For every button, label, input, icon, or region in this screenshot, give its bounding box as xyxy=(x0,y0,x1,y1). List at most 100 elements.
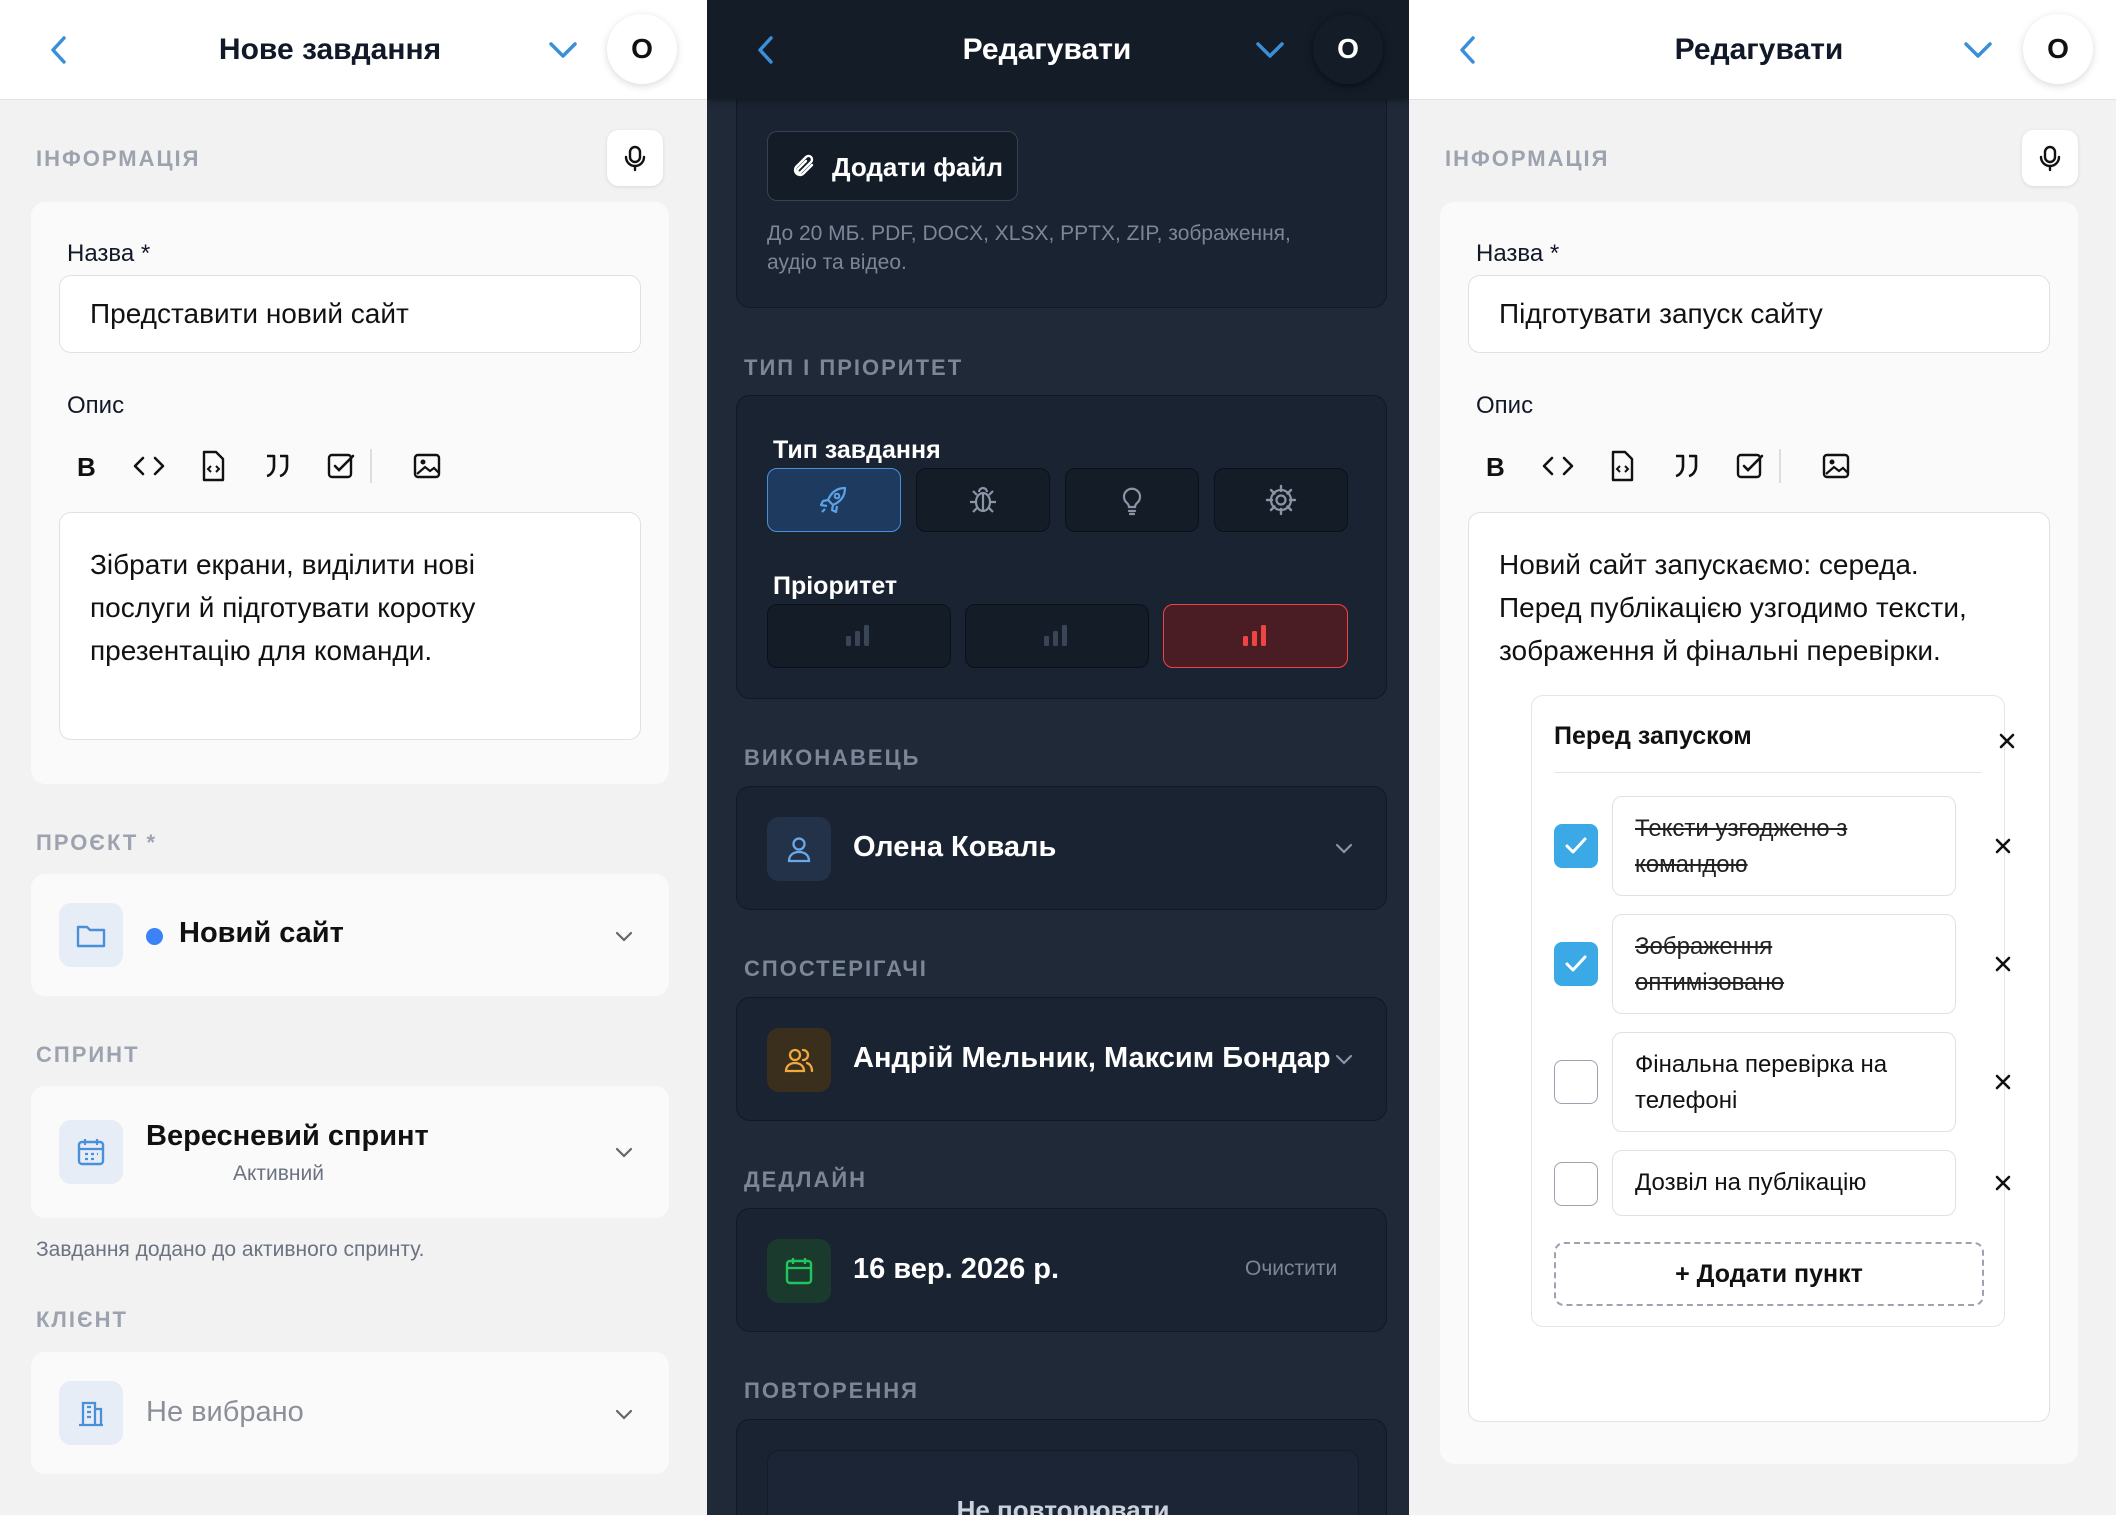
type-option-idea[interactable] xyxy=(1065,468,1199,532)
chevron-down-icon xyxy=(615,931,633,942)
priority-low[interactable] xyxy=(767,604,951,668)
description-label: Опис xyxy=(1476,392,1534,419)
back-arrow-icon[interactable] xyxy=(1453,30,1483,70)
quote-icon[interactable] xyxy=(259,446,295,486)
checklist-checkbox[interactable] xyxy=(1554,942,1598,986)
avatar[interactable]: O xyxy=(1313,14,1383,84)
microphone-icon xyxy=(2039,145,2061,172)
deadline-value: 16 вер. 2026 р. xyxy=(853,1253,1060,1285)
checkbox-icon[interactable] xyxy=(323,446,359,486)
chevron-down-icon[interactable] xyxy=(545,34,581,66)
back-arrow-icon[interactable] xyxy=(44,30,74,70)
section-assignee-label: ВИКОНАВЕЦЬ xyxy=(744,745,921,770)
section-repeat-label: ПОВТОРЕННЯ xyxy=(744,1378,919,1403)
toolbar-divider xyxy=(370,449,372,483)
checklist-item[interactable]: Тексти узгоджено з командою xyxy=(1612,796,1956,896)
voice-input-button[interactable] xyxy=(607,130,663,186)
folder-icon xyxy=(59,903,123,967)
checklist-divider xyxy=(1554,772,1982,773)
image-icon[interactable] xyxy=(1818,446,1854,486)
bold-icon[interactable]: B xyxy=(67,446,103,486)
chevron-down-icon xyxy=(1335,1054,1353,1065)
attach-hint: До 20 МБ. PDF, DOCX, XLSX, PPTX, ZIP, зо… xyxy=(767,219,1291,277)
building-icon xyxy=(59,1381,123,1445)
info-card: Назва * Підготувати запуск сайту Опис B … xyxy=(1440,202,2078,1464)
assignee-select[interactable]: Олена Коваль xyxy=(736,786,1387,910)
image-icon[interactable] xyxy=(409,446,445,486)
header: Нове завдання O xyxy=(0,0,707,99)
checklist-item[interactable]: Зображення оптимізовано xyxy=(1612,914,1956,1014)
remove-item-icon[interactable] xyxy=(1994,1073,2012,1091)
remove-item-icon[interactable] xyxy=(1994,1174,2012,1192)
gear-icon xyxy=(1265,484,1297,516)
description-line: презентацію для команди. xyxy=(90,635,433,666)
checkbox-icon[interactable] xyxy=(1732,446,1768,486)
description-line: Перед публікацією узгодимо тексти, xyxy=(1499,592,1967,623)
avatar[interactable]: O xyxy=(607,14,677,84)
info-card: Назва * Представити новий сайт Опис B Зі… xyxy=(31,202,669,784)
chevron-down-icon xyxy=(615,1147,633,1158)
quote-icon[interactable] xyxy=(1668,446,1704,486)
bold-icon[interactable]: B xyxy=(1476,446,1512,486)
deadline-select[interactable]: 16 вер. 2026 р. Очистити xyxy=(736,1208,1387,1332)
project-select[interactable]: Новий сайт xyxy=(31,874,669,996)
remove-item-icon[interactable] xyxy=(1994,837,2012,855)
code-icon[interactable] xyxy=(1540,446,1576,486)
remove-item-icon[interactable] xyxy=(1994,955,2012,973)
checklist-item[interactable]: Фінальна перевірка на телефоні xyxy=(1612,1032,1956,1132)
type-option-bug[interactable] xyxy=(916,468,1050,532)
sprint-hint: Завдання додано до активного спринту. xyxy=(36,1238,425,1261)
chevron-down-icon[interactable] xyxy=(1960,34,1996,66)
calendar-icon xyxy=(59,1120,123,1184)
description-line: Новий сайт запускаємо: середа. xyxy=(1499,549,1919,580)
description-text: Зібрати екрани, виділити нові послуги й … xyxy=(90,543,475,672)
add-file-button[interactable]: Додати файл xyxy=(767,131,1018,201)
add-checklist-item-button[interactable]: + Додати пункт xyxy=(1554,1242,1984,1306)
code-file-icon[interactable] xyxy=(1604,446,1640,486)
name-input[interactable]: Представити новий сайт xyxy=(59,275,641,353)
project-value: Новий сайт xyxy=(179,917,344,949)
checklist-item-text: Тексти узгоджено з xyxy=(1635,815,1848,842)
toolbar-divider xyxy=(1779,449,1781,483)
checklist-item-text: Фінальна перевірка на xyxy=(1635,1051,1888,1078)
checklist-item[interactable]: Дозвіл на публікацію xyxy=(1612,1150,1956,1216)
signal-bars-icon xyxy=(1242,625,1266,646)
back-arrow-icon[interactable] xyxy=(751,30,781,70)
chevron-down-icon[interactable] xyxy=(1252,34,1288,66)
description-label: Опис xyxy=(67,392,125,419)
section-info-label: ІНФОРМАЦІЯ xyxy=(36,146,201,171)
repeat-value: Не повторювати xyxy=(956,1495,1170,1515)
watchers-select[interactable]: Андрій Мельник, Максим Бондар xyxy=(736,997,1387,1121)
type-priority-card: Тип завдання Пріоритет xyxy=(736,395,1387,699)
description-editor[interactable]: Новий сайт запускаємо: середа. Перед пуб… xyxy=(1468,512,2050,1422)
code-icon[interactable] xyxy=(131,446,167,486)
page-title: Редагувати xyxy=(962,33,1132,66)
priority-label: Пріоритет xyxy=(773,572,898,600)
lightbulb-icon xyxy=(1122,487,1142,516)
checklist-checkbox[interactable] xyxy=(1554,1060,1598,1104)
avatar[interactable]: O xyxy=(2023,14,2093,84)
checklist-checkbox[interactable] xyxy=(1554,824,1598,868)
description-editor[interactable]: Зібрати екрани, виділити нові послуги й … xyxy=(59,512,641,740)
edit-task-light-panel: Редагувати O ІНФОРМАЦІЯ Назва * Підготув… xyxy=(1409,0,2116,1515)
formatting-toolbar: B xyxy=(1476,446,1876,486)
voice-input-button[interactable] xyxy=(2022,130,2078,186)
section-info-label: ІНФОРМАЦІЯ xyxy=(1445,146,1610,171)
close-icon[interactable] xyxy=(1998,732,2016,750)
page-title: Редагувати xyxy=(1674,33,1844,66)
svg-text:B: B xyxy=(1486,452,1505,482)
client-select[interactable]: Не вибрано xyxy=(31,1352,669,1474)
priority-medium[interactable] xyxy=(965,604,1149,668)
name-input[interactable]: Підготувати запуск сайту xyxy=(1468,275,2050,353)
clear-deadline-button[interactable]: Очистити xyxy=(1245,1257,1337,1281)
sprint-select[interactable]: Вересневий спринт Активний xyxy=(31,1086,669,1218)
checklist-checkbox[interactable] xyxy=(1554,1162,1598,1206)
bug-icon xyxy=(970,486,996,513)
type-option-task[interactable] xyxy=(1214,468,1348,532)
priority-high[interactable] xyxy=(1163,604,1348,668)
section-deadline-label: ДЕДЛАЙН xyxy=(744,1167,868,1192)
repeat-card: Не повторювати xyxy=(736,1419,1387,1515)
code-file-icon[interactable] xyxy=(195,446,231,486)
repeat-select[interactable]: Не повторювати xyxy=(767,1450,1359,1515)
type-option-feature[interactable] xyxy=(767,468,901,532)
